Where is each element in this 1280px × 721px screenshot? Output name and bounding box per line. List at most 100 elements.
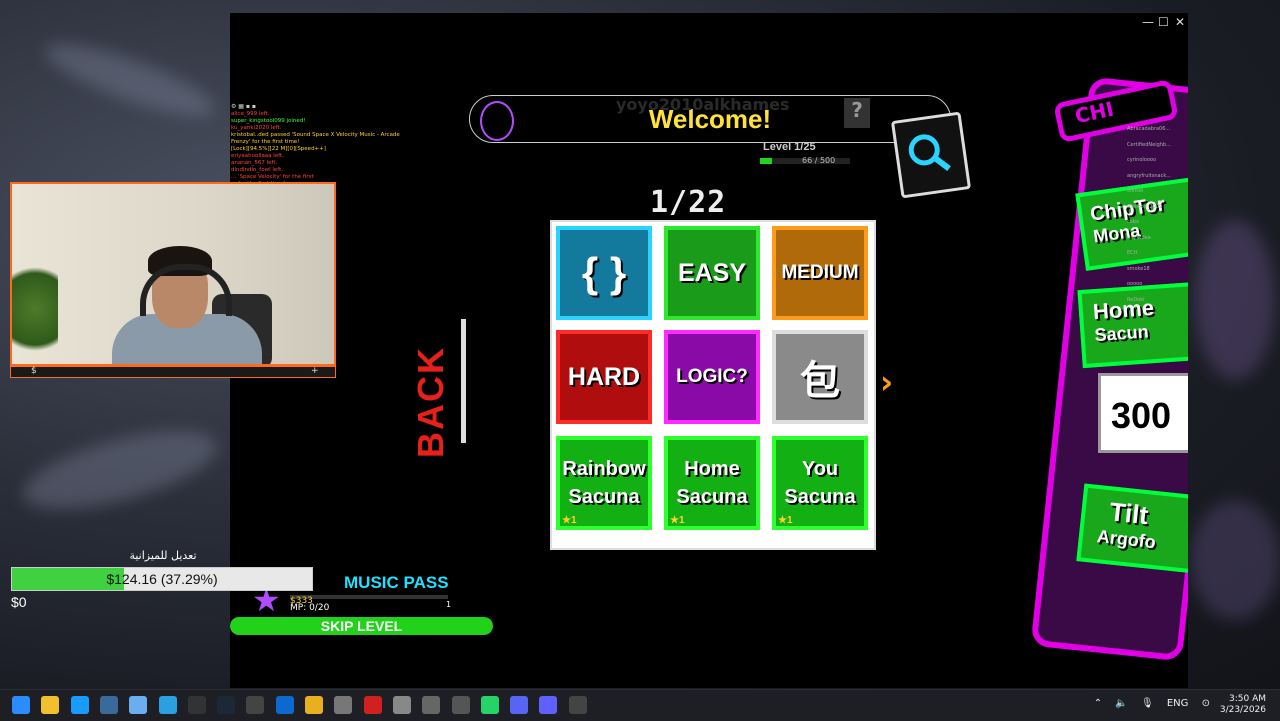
xp-text: 66 / 500: [802, 156, 836, 165]
chat-message: eriyaahoollaaa left.: [231, 153, 284, 159]
app-icon[interactable]: [99, 696, 118, 714]
system-tray: ⌃ 🔈 🎙 ENG ⊙: [1094, 698, 1210, 709]
chrome-icon[interactable]: [305, 696, 323, 714]
wallpaper-cloud: [15, 415, 225, 525]
budget-value: $124.16 (37.29%): [106, 571, 218, 587]
chat-message: Frenzy' for the first time!: [231, 139, 300, 145]
level-grid: { } EASY MEDIUM HARD LOGIC? 包 Rainbow Sacuna ★1 H…: [550, 220, 876, 550]
discord-icon[interactable]: [510, 696, 529, 714]
help-button[interactable]: ?: [844, 98, 870, 128]
tile-label: MEDIUM: [781, 262, 859, 283]
back-button[interactable]: BACK: [410, 346, 452, 458]
minimize-icon[interactable]: —: [1142, 15, 1154, 29]
network-icon[interactable]: ⊙: [1202, 698, 1210, 709]
score-display: 300: [1098, 373, 1188, 453]
wallpaper-cloud: [1190, 500, 1280, 620]
level-tile[interactable]: LOGIC?: [664, 330, 760, 424]
tile-song-artist: Sacuna: [568, 486, 640, 508]
budget-progress-bar: $124.16 (37.29%): [11, 567, 313, 591]
player-list: Abracadabra06... CertifiedNeighb... cyrino…: [1127, 126, 1187, 326]
epic-games-icon[interactable]: [187, 696, 206, 714]
search-button[interactable]: [890, 111, 972, 199]
chat-message: [Lock][94.5%][22 M][0][Speed++]: [231, 146, 326, 152]
level-tile[interactable]: You Sacuna ★1: [772, 436, 868, 530]
level-tile[interactable]: Rainbow Sacuna ★1: [556, 436, 652, 530]
battle-net-icon[interactable]: [275, 696, 294, 714]
player-name: tinyardee: [1127, 234, 1151, 241]
taskbar: ⌃ 🔈 🎙 ENG ⊙ 3:50 AM 3/23/2026: [0, 689, 1280, 721]
app-red-icon[interactable]: [363, 696, 382, 714]
tile-label: EASY: [677, 258, 747, 287]
xp-progress-fill: [760, 158, 772, 164]
whatsapp-icon[interactable]: [480, 696, 499, 714]
notepad-icon[interactable]: [129, 696, 148, 714]
chat-badges-icon: ⚙ ▦ ▪ ▪: [231, 103, 256, 110]
plant-image: [12, 254, 58, 364]
search-icon: [908, 134, 951, 172]
app-gm-icon[interactable]: [451, 696, 470, 714]
next-page-arrow-icon[interactable]: ›: [880, 363, 893, 401]
chat-message: ... 'Space Velocity' for the first: [231, 174, 314, 180]
webcam-right-icon: +: [311, 366, 319, 376]
tile-label: HARD: [567, 362, 641, 391]
level-tile[interactable]: { }: [556, 226, 652, 320]
tile-song-title: You: [801, 458, 839, 480]
tile-label: { }: [581, 249, 627, 296]
steam-icon[interactable]: [217, 696, 236, 714]
app-diamond-icon[interactable]: [539, 696, 558, 714]
level-tile[interactable]: HARD: [556, 330, 652, 424]
player-name: cobx: [1127, 219, 1139, 225]
clock[interactable]: 3:50 AM 3/23/2026: [1220, 694, 1266, 716]
level-label: Level 1/25: [763, 141, 816, 153]
telegram-icon[interactable]: [158, 696, 177, 714]
chat-message: dindindin_fowl left.: [231, 167, 283, 173]
player-name: mellooo_2009: [1127, 203, 1163, 210]
budget-label: تعديل للميزانية: [129, 549, 197, 562]
tile-song-title: Home: [684, 458, 740, 480]
webcam-feed: [10, 182, 336, 366]
chat-message: ananan_567 left.: [231, 160, 278, 166]
player-name: stinsei: [1127, 188, 1144, 194]
app-figure-icon[interactable]: [422, 696, 441, 714]
tile-star-rating: ★1: [778, 515, 793, 526]
app-uc-icon[interactable]: [392, 696, 411, 714]
maximize-icon[interactable]: ☐: [1158, 15, 1169, 29]
tile-star-rating: ★1: [670, 515, 685, 526]
clock-date: 3/23/2026: [1219, 705, 1266, 715]
roblox-icon[interactable]: [568, 696, 587, 714]
clock-time: 3:50 AM: [1229, 694, 1266, 704]
tile-song-artist: Sacuna: [676, 486, 748, 508]
player-name: angryfruitsnack...: [1127, 172, 1172, 179]
level-tile[interactable]: 包: [772, 330, 868, 424]
chat-message: ku_yanki2020 left.: [231, 125, 282, 131]
app-bolt-icon[interactable]: [334, 696, 353, 714]
level-tile[interactable]: EASY: [664, 226, 760, 320]
skip-level-button[interactable]: SKIP LEVEL: [230, 617, 493, 635]
budget-start-value: $0: [11, 594, 27, 610]
level-tile[interactable]: Home Sacuna ★1: [664, 436, 760, 530]
windows-start-icon[interactable]: [12, 696, 30, 714]
volume-icon[interactable]: 🔈: [1115, 698, 1127, 709]
chat-message: alice_999 left.: [231, 111, 270, 117]
level-tile[interactable]: MEDIUM: [772, 226, 868, 320]
username-label: yoyo2010alkhames: [616, 95, 790, 114]
tile-song-title: Rainbow: [562, 458, 646, 480]
obs-icon[interactable]: [246, 696, 265, 714]
tile-star-rating: ★1: [562, 515, 577, 526]
webcam-frame-bar: $ +: [10, 366, 336, 378]
player-name: ReDoki: [1127, 296, 1145, 303]
song-card[interactable]: Tilt Argofo: [1076, 483, 1188, 577]
tile-label: 包: [800, 359, 840, 403]
file-explorer-icon[interactable]: [41, 696, 60, 714]
player-name: CertifiedNeighb...: [1127, 141, 1171, 148]
player-name: ECtt: [1127, 250, 1138, 256]
microphone-icon[interactable]: 🎙: [1141, 698, 1154, 709]
language-indicator[interactable]: ENG: [1167, 698, 1189, 709]
close-icon[interactable]: ✕: [1175, 15, 1185, 29]
music-pass-points: MP: 0/20: [290, 603, 330, 613]
edge-icon[interactable]: [70, 696, 89, 714]
chevron-up-icon[interactable]: ⌃: [1094, 698, 1102, 709]
chat-message: kristobal..ded passed 'Sound Space X Vel…: [231, 132, 400, 138]
wallpaper-cloud: [38, 30, 222, 130]
music-pass-title[interactable]: MUSIC PASS: [344, 573, 449, 593]
